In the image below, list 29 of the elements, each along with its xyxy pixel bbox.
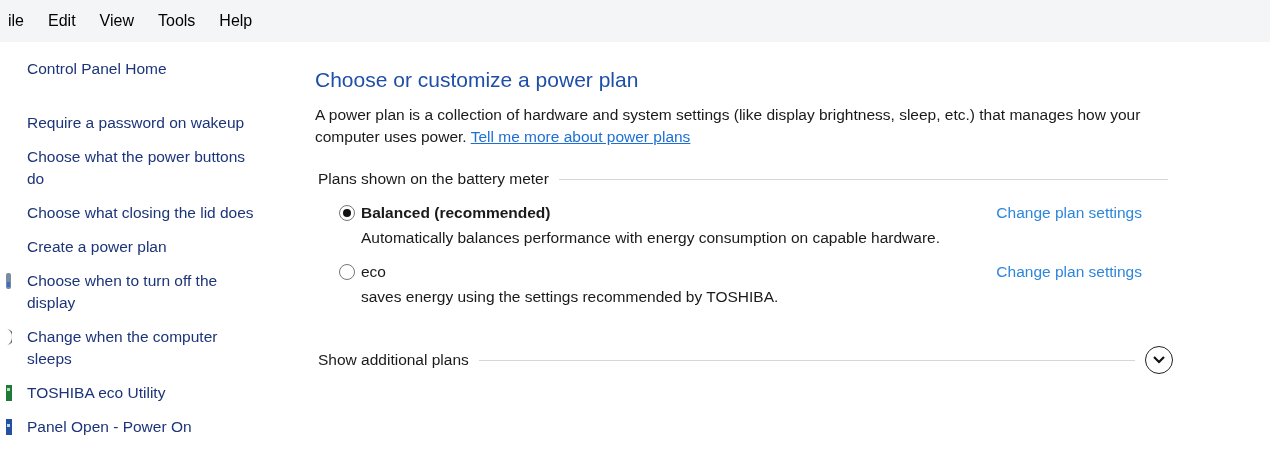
nav-link[interactable]: Choose when to turn off the display	[27, 270, 257, 314]
nav-link[interactable]: Require a password on wakeup	[27, 112, 257, 134]
menu-item[interactable]: Help	[219, 10, 253, 32]
help-link[interactable]: Tell me more about power plans	[470, 128, 691, 145]
expander-label: Show additional plans	[318, 351, 469, 369]
menu-item[interactable]: View	[99, 10, 134, 32]
expand-button[interactable]	[1145, 346, 1173, 374]
page-title: Choose or customize a power plan	[315, 68, 640, 92]
nav-link[interactable]: Panel Open - Power On	[27, 416, 257, 438]
radio-button[interactable]	[339, 205, 355, 221]
nav-link[interactable]: TOSHIBA eco Utility	[27, 382, 257, 404]
settings-link[interactable]: Change plan settings	[996, 204, 1142, 222]
menu-item[interactable]: Tools	[158, 10, 196, 32]
nav-link[interactable]: Choose what closing the lid does	[27, 202, 257, 224]
plan-description: saves energy using the settings recommended by TOSHIBA.	[361, 288, 780, 306]
nav-link[interactable]: Choose what the power buttons do	[27, 146, 257, 190]
group-heading: Plans shown on the battery meter	[318, 170, 549, 188]
menu-item[interactable]: ile	[8, 10, 24, 32]
menu-item[interactable]: Edit	[48, 10, 76, 32]
radio-button[interactable]	[339, 264, 355, 280]
plan-description: Automatically balances performance with energy consumption on capable hardware.	[361, 229, 941, 247]
nav-link[interactable]: Create a power plan	[27, 236, 257, 258]
plan-name: Balanced (recommended)	[361, 204, 551, 222]
plan-name: eco	[361, 263, 386, 281]
nav-link[interactable]: Change when the computer sleeps	[27, 326, 257, 370]
nav-link[interactable]: Control Panel Home	[27, 58, 257, 80]
intro-text: A power plan is a collection of hardware and system settings (like display brightness, sleep, etc.) that manages how your computer uses power. Tell me more about power plans	[315, 105, 1142, 147]
settings-link[interactable]: Change plan settings	[996, 263, 1142, 281]
chevron-down-icon	[1153, 356, 1165, 364]
